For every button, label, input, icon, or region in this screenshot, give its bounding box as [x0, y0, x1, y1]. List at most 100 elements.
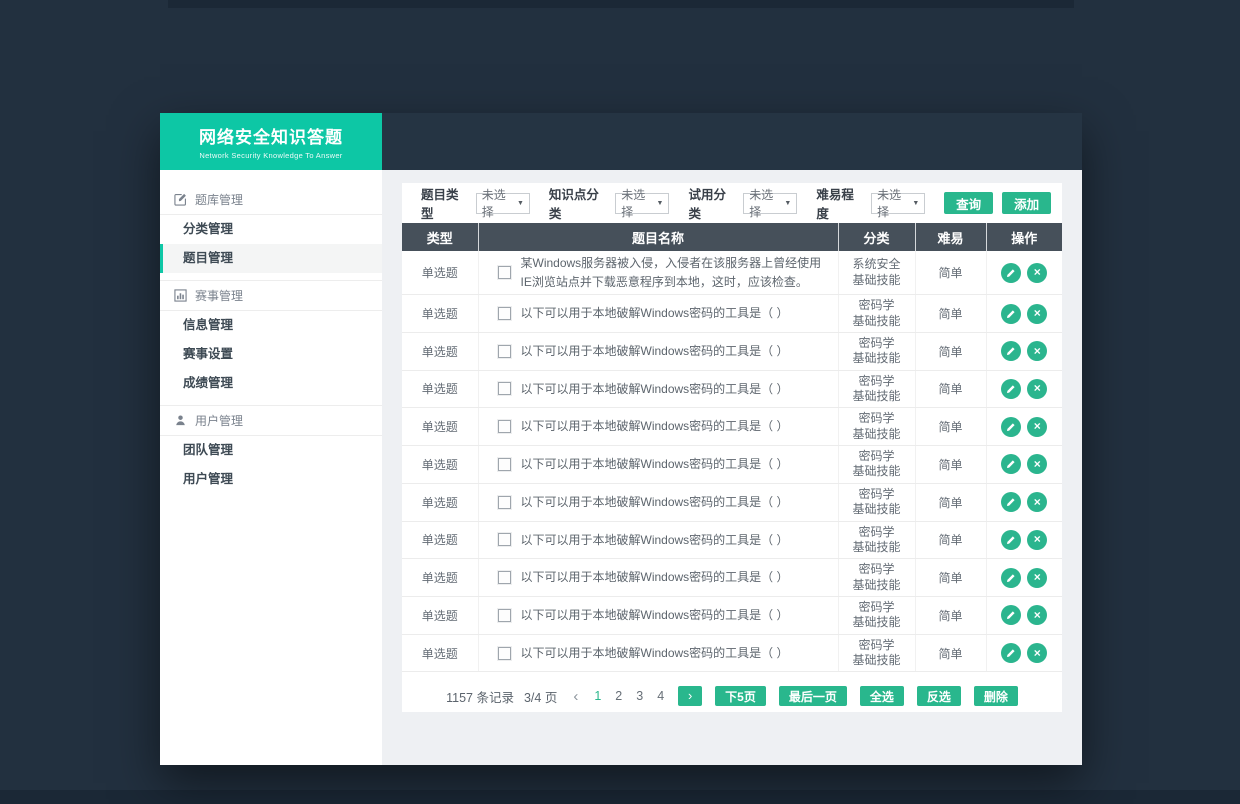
- edit-button[interactable]: [1001, 416, 1022, 437]
- select-all-button[interactable]: 全选: [859, 686, 904, 707]
- sidebar-item-category-management[interactable]: 分类管理: [160, 215, 382, 244]
- cell-question-type: 单选题: [402, 294, 478, 333]
- sidebar-section-competition-management[interactable]: 赛事管理: [160, 280, 382, 311]
- page-number-3[interactable]: 3: [636, 689, 643, 703]
- bar-chart-icon: [174, 289, 187, 302]
- row-checkbox[interactable]: [497, 533, 511, 547]
- edit-button[interactable]: [1001, 492, 1022, 513]
- delete-button[interactable]: ×: [1027, 567, 1048, 588]
- table-row: 单选题 以下可以用于本地破解Windows密码的工具是（ ） 密码学 基础技能 简单 ×: [402, 596, 1062, 635]
- difficulty-level-select[interactable]: 未选择 ▼: [871, 188, 926, 219]
- sidebar-item-user-management[interactable]: 用户管理: [160, 465, 382, 494]
- query-button[interactable]: 查询: [944, 192, 994, 214]
- row-checkbox[interactable]: [497, 608, 511, 622]
- page-number-2[interactable]: 2: [615, 689, 622, 703]
- question-title: 某Windows服务器被入侵，入侵者在该服务器上曾经使用IE浏览站点并下载恶意程…: [520, 256, 822, 289]
- sidebar-section-user-management-section[interactable]: 用户管理: [160, 405, 382, 436]
- edit-button[interactable]: [1001, 341, 1022, 362]
- delete-button[interactable]: ×: [1027, 605, 1048, 626]
- page-number-4[interactable]: 4: [657, 689, 664, 703]
- delete-button[interactable]: ×: [1027, 378, 1048, 399]
- pencil-icon: [1007, 649, 1015, 658]
- row-checkbox[interactable]: [497, 266, 511, 280]
- select-value: 未选择: [481, 188, 506, 219]
- cell-question-title: 以下可以用于本地破解Windows密码的工具是（ ）: [477, 483, 838, 522]
- pencil-icon: [1007, 460, 1015, 469]
- delete-button[interactable]: ×: [1027, 492, 1048, 513]
- edit-button[interactable]: [1001, 454, 1022, 475]
- sidebar-section-question-bank-management[interactable]: 题库管理: [160, 184, 382, 215]
- page-number-1[interactable]: 1: [594, 689, 601, 703]
- select-value: 未选择: [749, 188, 774, 219]
- row-checkbox[interactable]: [497, 457, 511, 471]
- delete-selected-button[interactable]: 删除: [973, 686, 1018, 707]
- edit-button[interactable]: [1001, 262, 1022, 283]
- cell-category: 密码学 基础技能: [837, 558, 915, 597]
- filter-groups: 题目类型 未选择 ▼ 知识点分类 未选择 ▼ 试用分类 未选择 ▼ 难易程度 未选择 ▼: [421, 184, 944, 222]
- edit-button[interactable]: [1001, 529, 1022, 550]
- next-5-pages-button[interactable]: 下5页: [715, 686, 766, 707]
- next-page-button[interactable]: ›: [678, 686, 703, 707]
- category-lines: 密码学 基础技能: [852, 637, 901, 668]
- cell-actions: ×: [985, 251, 1062, 296]
- cell-category: 密码学 基础技能: [837, 445, 915, 484]
- cell-question-title: 以下可以用于本地破解Windows密码的工具是（ ）: [477, 634, 838, 673]
- category-lines: 密码学 基础技能: [852, 411, 901, 441]
- cell-difficulty: 简单: [914, 251, 986, 296]
- sidebar: 题库管理分类管理 题目管理赛事管理信息管理 赛事设置 成绩管理用户管理 团队管理 用户管理: [160, 170, 382, 765]
- cell-question-title: 以下可以用于本地破解Windows密码的工具是（ ）: [477, 521, 838, 560]
- delete-button[interactable]: ×: [1027, 262, 1048, 283]
- row-checkbox[interactable]: [497, 307, 511, 321]
- cell-difficulty: 简单: [914, 407, 986, 447]
- trial-category-select[interactable]: 未选择 ▼: [743, 188, 798, 219]
- sidebar-section-label: 赛事管理: [195, 289, 244, 303]
- sidebar-item-competition-settings[interactable]: 赛事设置: [160, 340, 382, 369]
- sidebar-item-score-management[interactable]: 成绩管理: [160, 369, 382, 398]
- cell-category: 密码学 基础技能: [837, 407, 915, 447]
- table-row: 单选题 以下可以用于本地破解Windows密码的工具是（ ） 密码学 基础技能 简单 ×: [402, 407, 1062, 447]
- app-header: 网络安全知识答题 Network Security Knowledge To A…: [160, 113, 1082, 170]
- edit-button[interactable]: [1001, 378, 1022, 399]
- pencil-icon: [1007, 611, 1015, 620]
- delete-button[interactable]: ×: [1027, 529, 1048, 550]
- prev-page-button[interactable]: ‹: [573, 689, 578, 704]
- delete-button[interactable]: ×: [1027, 303, 1048, 324]
- main-content: 题目类型 未选择 ▼ 知识点分类 未选择 ▼ 试用分类 未选择 ▼ 难易程度 未选择 ▼ 查询 添加 …: [382, 170, 1082, 765]
- row-checkbox[interactable]: [497, 382, 511, 396]
- cell-actions: ×: [985, 558, 1062, 597]
- select-value: 未选择: [877, 188, 902, 219]
- row-checkbox[interactable]: [497, 495, 511, 509]
- edit-button[interactable]: [1001, 605, 1022, 626]
- edit-button[interactable]: [1001, 303, 1022, 324]
- invert-selection-button[interactable]: 反选: [916, 686, 961, 707]
- cell-actions: ×: [985, 332, 1062, 371]
- cell-difficulty: 简单: [914, 558, 986, 597]
- sidebar-item-question-management[interactable]: 题目管理: [160, 244, 382, 273]
- question-type-select[interactable]: 未选择 ▼: [475, 188, 530, 219]
- knowledge-point-category-select[interactable]: 未选择 ▼: [615, 188, 670, 219]
- row-checkbox[interactable]: [497, 420, 511, 434]
- last-page-button[interactable]: 最后一页: [778, 686, 847, 707]
- sidebar-item-team-management[interactable]: 团队管理: [160, 436, 382, 465]
- delete-button[interactable]: ×: [1027, 341, 1048, 362]
- delete-button[interactable]: ×: [1027, 454, 1048, 475]
- edit-button[interactable]: [1001, 643, 1022, 664]
- row-checkbox[interactable]: [497, 344, 511, 358]
- row-checkbox[interactable]: [497, 646, 511, 660]
- delete-button[interactable]: ×: [1027, 416, 1048, 437]
- edit-button[interactable]: [1001, 567, 1022, 588]
- cell-difficulty: 简单: [914, 332, 986, 371]
- row-checkbox[interactable]: [497, 571, 511, 585]
- cell-difficulty: 简单: [914, 634, 986, 673]
- sidebar-item-info-management[interactable]: 信息管理: [160, 311, 382, 340]
- question-title-wrap: 以下可以用于本地破解Windows密码的工具是（ ）: [479, 304, 838, 323]
- difficulty-level-label: 难易程度: [816, 188, 854, 221]
- sidebar-section-label: 题库管理: [195, 192, 244, 207]
- questions-table: 类型 题目名称 分类 难易 操作 单选题 某Windows服务器被入侵，入侵者在该服务器上…: [402, 223, 1062, 673]
- filter-group-trial-category: 试用分类 未选择 ▼: [688, 184, 798, 222]
- category-lines: 密码学 基础技能: [852, 524, 901, 554]
- add-button[interactable]: 添加: [1002, 192, 1052, 214]
- delete-button[interactable]: ×: [1027, 643, 1048, 664]
- question-title: 以下可以用于本地破解Windows密码的工具是（ ）: [520, 381, 789, 396]
- question-type-label: 题目类型: [421, 188, 459, 221]
